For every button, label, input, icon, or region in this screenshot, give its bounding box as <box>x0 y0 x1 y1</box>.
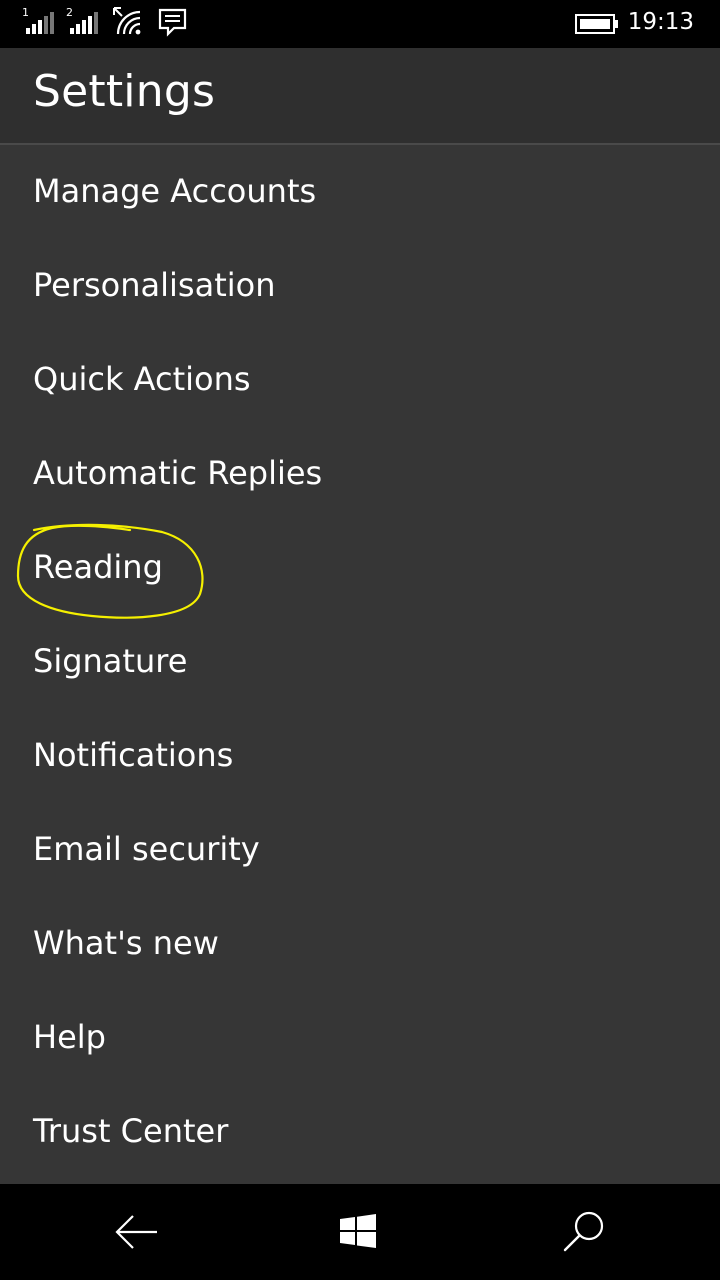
signal-sim1-icon: 1 <box>22 6 56 40</box>
settings-item-trust-center[interactable]: Trust Center <box>0 1085 720 1179</box>
settings-item-label: Trust Center <box>33 1112 229 1150</box>
settings-item-manage-accounts[interactable]: Manage Accounts <box>0 145 720 239</box>
search-icon[interactable] <box>560 1208 608 1256</box>
highlight-circle-annotation <box>12 520 212 628</box>
settings-item-label: Personalisation <box>33 266 276 304</box>
settings-item-label: Manage Accounts <box>33 172 317 210</box>
sim2-label: 2 <box>66 6 73 19</box>
navigation-bar <box>0 1184 720 1280</box>
signal-sim2-icon: 2 <box>66 6 100 40</box>
settings-item-label: Help <box>33 1018 106 1056</box>
settings-list: Manage Accounts Personalisation Quick Ac… <box>0 145 720 1179</box>
settings-item-label: Email security <box>33 830 260 868</box>
settings-item-whats-new[interactable]: What's new <box>0 897 720 991</box>
back-arrow-icon[interactable] <box>112 1208 160 1256</box>
sim1-label: 1 <box>22 6 29 19</box>
windows-start-icon[interactable] <box>334 1208 382 1256</box>
settings-item-signature[interactable]: Signature <box>0 615 720 709</box>
page-title: Settings <box>33 66 216 117</box>
settings-item-automatic-replies[interactable]: Automatic Replies <box>0 427 720 521</box>
settings-item-label: Automatic Replies <box>33 454 323 492</box>
settings-item-quick-actions[interactable]: Quick Actions <box>0 333 720 427</box>
settings-item-personalisation[interactable]: Personalisation <box>0 239 720 333</box>
page-header: Settings <box>0 48 720 145</box>
settings-item-help[interactable]: Help <box>0 991 720 1085</box>
battery-icon <box>574 12 620 40</box>
settings-item-label: Signature <box>33 642 188 680</box>
wifi-icon <box>112 6 144 42</box>
status-bar: 1 2 19:13 <box>0 0 720 48</box>
status-time: 19:13 <box>627 9 694 35</box>
settings-item-label: What's new <box>33 924 219 962</box>
settings-item-email-security[interactable]: Email security <box>0 803 720 897</box>
settings-item-notifications[interactable]: Notifications <box>0 709 720 803</box>
settings-item-label: Notifications <box>33 736 234 774</box>
settings-item-label: Quick Actions <box>33 360 251 398</box>
message-icon <box>158 6 188 42</box>
